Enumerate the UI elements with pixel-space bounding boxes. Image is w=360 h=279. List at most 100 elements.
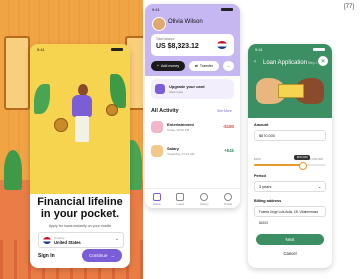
transaction-amount: +$4k — [224, 148, 234, 153]
amount-input[interactable]: $670,000 — [254, 130, 326, 141]
nav-label: History — [199, 201, 209, 206]
transaction-row[interactable]: Salary Yesterday, 07:12 AM +$4k — [151, 142, 234, 162]
add-money-label: Add money — [160, 64, 180, 68]
country-value: United States — [54, 239, 81, 245]
dashboard-screen: 9:41 Olivia Wilson Total balance US $8,3… — [145, 4, 240, 208]
status-time: 9:41 — [255, 46, 263, 52]
transaction-date: Today, 10:00 PM — [167, 128, 190, 132]
back-icon[interactable]: ‹ — [254, 59, 256, 65]
transfer-button[interactable]: ⇄ Transfer — [189, 61, 219, 71]
sign-in-link[interactable]: Sign In — [38, 249, 55, 263]
leaf-illustration-right — [110, 74, 126, 108]
loan-header: 9:41 ‹ Loan Application Step 1 ✕ — [248, 44, 332, 118]
period-select[interactable]: 3 years ⌄ — [254, 181, 326, 192]
plant-left — [4, 150, 22, 190]
nav-label: Home — [153, 201, 161, 206]
clock-icon — [200, 192, 209, 201]
window-left — [4, 36, 30, 110]
card-icon — [155, 84, 165, 94]
nav-home[interactable]: Home — [152, 192, 161, 206]
us-flag-icon — [43, 236, 51, 244]
entertainment-icon — [151, 121, 163, 133]
billing-address-input[interactable]: Fuenta Jorge Luis Avila, 1B, Villahermos… — [254, 206, 326, 225]
transfer-label: Transfer — [199, 64, 214, 68]
nav-label: Profile — [224, 201, 233, 206]
billing-address-label: Billing address — [254, 199, 282, 203]
wallet-icon — [176, 192, 185, 201]
signal-battery-icon — [221, 7, 233, 11]
coin-icon — [54, 118, 68, 132]
banknote-illustration — [278, 84, 304, 98]
period-label: Period — [254, 174, 266, 178]
dashboard-header: 9:41 Olivia Wilson Total balance US $8,3… — [145, 4, 240, 76]
transaction-date: Yesterday, 07:12 AM — [167, 152, 195, 156]
signal-battery-icon — [313, 47, 325, 51]
slider-thumb[interactable] — [299, 162, 308, 170]
balance-card: Total balance US $8,323.12 — [151, 34, 234, 56]
cancel-button[interactable]: Cancel — [256, 249, 324, 259]
loan-application-screen: 9:41 ‹ Loan Application Step 1 ✕ Amount … — [248, 44, 332, 268]
leaf-illustration-left — [34, 84, 50, 114]
activity-title: All Activity — [151, 108, 179, 114]
person-legs — [75, 116, 89, 142]
nav-label: Loans — [176, 201, 185, 206]
country-select[interactable]: Country United States ⌄ — [38, 232, 124, 248]
balance-label: Total balance — [156, 37, 175, 41]
title-line-1: Financial lifeline — [37, 196, 123, 208]
transfer-icon: ⇄ — [194, 64, 198, 68]
status-time: 9:41 — [37, 46, 45, 52]
slider-max-label: $1,000,000 — [308, 157, 324, 161]
coin-icon — [106, 104, 118, 116]
transaction-row[interactable]: Entertainment Today, 10:00 PM -$180 — [151, 118, 234, 138]
transaction-amount: -$180 — [222, 124, 234, 129]
status-bar: 9:41 — [30, 44, 130, 54]
upgrade-title: Upgrade your card — [169, 84, 205, 89]
amount-label: Amount — [254, 123, 269, 127]
us-flag-icon[interactable] — [217, 41, 227, 49]
status-time: 9:41 — [152, 6, 160, 12]
transaction-name: Salary — [167, 146, 180, 151]
status-bar: 9:41 — [145, 4, 240, 14]
nav-loans[interactable]: Loans — [176, 192, 185, 206]
chevron-down-icon: ⌄ — [317, 185, 321, 189]
add-money-button[interactable]: + Add money — [151, 61, 185, 71]
chevron-down-icon: ⌄ — [114, 236, 119, 242]
balance-amount: US $8,323.12 — [156, 43, 199, 50]
bottom-nav: Home Loans History Profile — [145, 188, 240, 208]
home-icon — [152, 192, 161, 201]
title-line-2: in your pocket. — [40, 208, 120, 220]
onboarding-screen: 9:41 Financial lifeline in your pocket. … — [30, 44, 130, 268]
see-more-link[interactable]: See More — [217, 109, 232, 113]
signal-battery-icon — [111, 47, 123, 51]
onboarding-subtitle: Apply for loans instantly on your mobile — [48, 224, 112, 228]
close-icon[interactable]: ✕ — [318, 56, 328, 66]
status-bar: 9:41 — [248, 44, 332, 54]
upgrade-card-banner[interactable]: Upgrade your card View more — [151, 79, 234, 99]
nav-history[interactable]: History — [199, 192, 209, 206]
slider-min-label: $100 — [254, 157, 261, 161]
avatar[interactable] — [152, 17, 166, 31]
slider-tooltip: $670,000 — [294, 155, 311, 160]
amount-slider[interactable]: $670,000 — [254, 155, 326, 170]
period-value: 3 years — [259, 185, 272, 189]
upgrade-subtitle: View more — [169, 90, 184, 94]
next-button[interactable]: Next — [256, 234, 324, 245]
transaction-name: Entertainment — [167, 122, 194, 127]
slider-fill — [254, 164, 303, 166]
person-illustration — [70, 84, 94, 144]
continue-label: Continue — [89, 253, 108, 258]
nav-profile[interactable]: Profile — [224, 192, 233, 206]
continue-button[interactable]: Continue → — [82, 249, 122, 262]
loan-title: Loan Application — [263, 60, 308, 66]
step-indicator: Step 1 — [308, 61, 318, 65]
onboarding-title: Financial lifeline in your pocket. — [30, 196, 130, 220]
user-icon — [224, 192, 233, 201]
plus-icon: + — [156, 64, 159, 68]
onboarding-illustration: 9:41 — [30, 44, 130, 194]
more-button[interactable]: ··· — [223, 61, 234, 71]
user-name: Olivia Wilson — [168, 19, 203, 25]
corner-badge: [77] — [343, 4, 354, 10]
person-body — [72, 95, 92, 117]
salary-icon — [151, 145, 163, 157]
arrow-right-icon: → — [110, 253, 115, 258]
